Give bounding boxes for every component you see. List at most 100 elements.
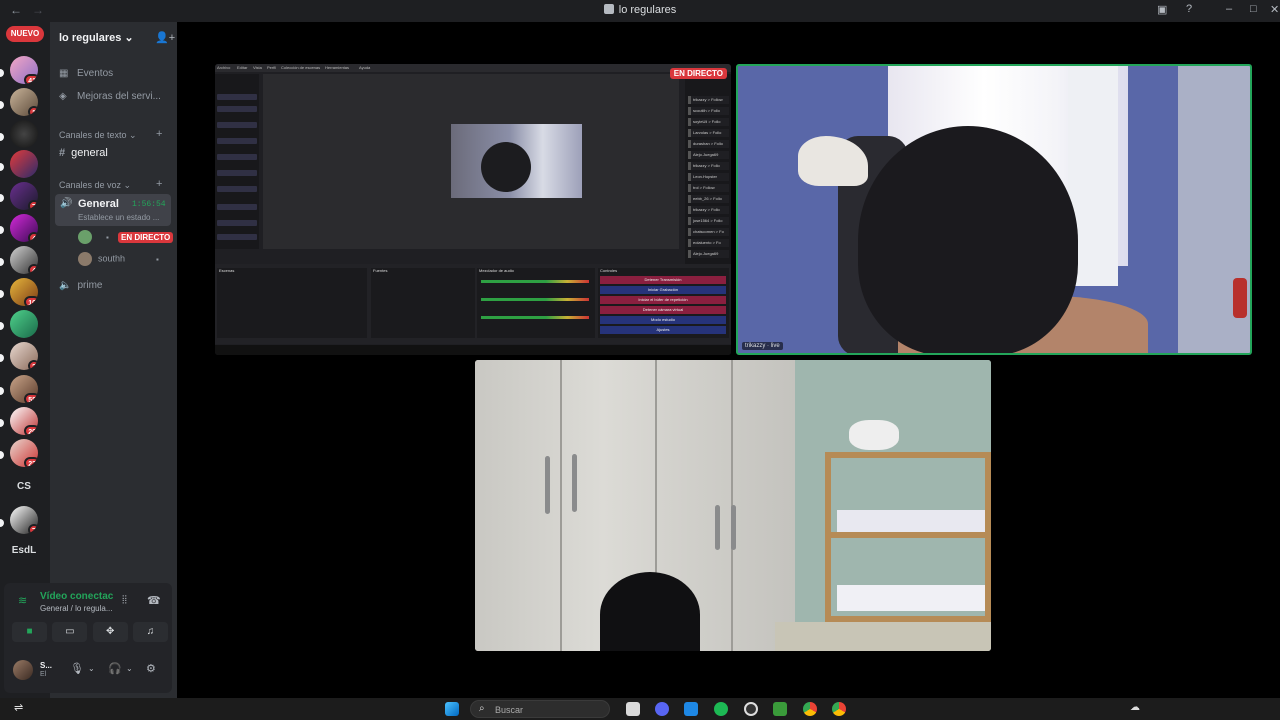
server-icon (603, 4, 614, 14)
server-icon-1[interactable]: 41 (10, 56, 38, 84)
avatar (78, 230, 92, 244)
server-icon-esdl[interactable]: EsdL (10, 537, 38, 565)
server-icon-4[interactable] (10, 150, 38, 178)
boost-icon: ◈ (59, 91, 67, 102)
camera-icon: ▪ (106, 233, 109, 242)
unread-pill (0, 419, 4, 427)
calendar-icon: ▦ (59, 68, 69, 79)
voice-channel-prime[interactable]: 🔈 prime (59, 280, 102, 291)
server-name[interactable]: lo regulares ⌄ (59, 31, 134, 44)
server-icon-14[interactable]: 7 (10, 506, 38, 534)
user-status: El (40, 671, 47, 678)
obs-taskbar (215, 345, 731, 355)
obs-icon[interactable] (744, 702, 758, 716)
unread-pill (0, 133, 4, 141)
chrome-icon[interactable] (803, 702, 817, 716)
minimize-icon[interactable]: – (1226, 3, 1232, 15)
signal-icon: ≋ (18, 595, 28, 607)
server-icon-5[interactable]: 7 (10, 182, 38, 210)
noise-suppression-icon[interactable]: ⦙⦙ (122, 594, 127, 607)
voice-member-1[interactable] (78, 230, 98, 244)
screen-share-button[interactable]: ▭ (52, 622, 88, 642)
unread-pill (0, 387, 4, 395)
obs-followers-dock: trikazzy > Follow scoutiih > Follo soyte… (685, 74, 731, 264)
connection-location[interactable]: General / lo regula... (40, 604, 112, 613)
help-icon[interactable]: ? (1186, 3, 1192, 15)
unread-pill (0, 163, 4, 171)
video-tile-camera-1[interactable]: trikazzy · live (736, 64, 1252, 355)
microphone-icon[interactable]: 🎙 (70, 662, 84, 675)
window-title: lo regulares (0, 4, 1280, 16)
camera-button[interactable]: ■ (12, 622, 47, 642)
unread-pill (0, 69, 4, 77)
voice-connection-panel: ≋ Vídeo conectac General / lo regula... … (4, 583, 172, 693)
server-icon-11[interactable]: 58 (10, 375, 38, 403)
channel-general[interactable]: # general (59, 147, 108, 159)
boosts-item[interactable]: ◈ Mejoras del servi... (59, 91, 161, 102)
unread-pill (0, 258, 4, 266)
server-icon-8[interactable]: 10 (10, 278, 38, 306)
taskbar-search[interactable]: ⌕ Buscar (470, 700, 610, 718)
os-taskbar: ⌕ Buscar ☁ ⇌ (0, 698, 1280, 720)
live-tag: EN DIRECTO (669, 68, 727, 79)
connection-status[interactable]: Vídeo conectac (40, 591, 113, 602)
speaker-icon: 🔈 (59, 280, 72, 291)
windows-start-icon[interactable] (445, 702, 459, 716)
stream-tile-obs[interactable]: Archivo Editar Vista Perfil Colección de… (215, 64, 731, 355)
voice-member-2[interactable]: southh (78, 252, 125, 266)
activities-button[interactable]: ✥ (92, 622, 128, 642)
avatar (78, 252, 92, 266)
server-icon-12[interactable]: 20 (10, 407, 38, 435)
add-voice-channel-icon[interactable]: + (156, 178, 162, 190)
server-icon-10[interactable]: 2 (10, 342, 38, 370)
obs-audio-mixer: Mezclador de audio (477, 268, 595, 338)
server-icon-3[interactable] (10, 120, 38, 148)
store-icon[interactable] (684, 702, 698, 716)
chevron-down-icon[interactable]: ⌄ (88, 664, 95, 673)
new-badge[interactable]: NUEVO (6, 26, 44, 42)
headphones-icon[interactable]: 🎧 (108, 662, 122, 675)
obs-controls-panel: Controles Detener Transmisión Iniciar Gr… (598, 268, 729, 338)
server-icon-13[interactable]: 23 (10, 439, 38, 467)
user-name: S... (40, 661, 53, 670)
widgets-icon[interactable]: ⇌ (14, 701, 23, 714)
onedrive-icon[interactable]: ☁ (1130, 702, 1140, 713)
server-icon-7[interactable]: 4 (10, 246, 38, 274)
maximize-icon[interactable]: □ (1250, 3, 1257, 15)
add-text-channel-icon[interactable]: + (156, 128, 162, 140)
obs-menubar: Archivo Editar Vista Perfil Colección de… (215, 64, 731, 72)
server-icon-6[interactable]: 4 (10, 214, 38, 242)
live-badge: EN DIRECTO (118, 232, 174, 243)
video-tile-camera-2[interactable] (475, 360, 991, 651)
minecraft-icon[interactable] (773, 702, 787, 716)
disconnect-icon[interactable]: ☎ (147, 594, 161, 607)
hash-icon: # (59, 147, 66, 159)
unread-pill (0, 451, 4, 459)
text-channels-category[interactable]: Canales de texto ⌄ (59, 130, 137, 141)
chevron-down-icon[interactable]: ⌄ (126, 664, 133, 673)
voice-channels-category[interactable]: Canales de voz ⌄ (59, 180, 131, 191)
avatar[interactable] (13, 660, 33, 680)
spotify-icon[interactable] (714, 702, 728, 716)
chrome-profile-icon[interactable] (832, 702, 846, 716)
obs-preview-canvas (263, 74, 679, 249)
file-explorer-icon[interactable] (626, 702, 640, 716)
voice-channel-general[interactable]: 🔊 General 1:56:54 Establece un estado ..… (55, 194, 171, 226)
unread-pill (0, 322, 4, 330)
unread-pill (0, 354, 4, 362)
title-bar: ← → lo regulares ▣ ? – □ ✕ (0, 0, 1280, 22)
close-icon[interactable]: ✕ (1270, 3, 1279, 16)
unread-pill (0, 226, 4, 234)
server-icon-2[interactable]: 1 (10, 88, 38, 116)
gear-icon[interactable]: ⚙ (146, 662, 156, 675)
invite-icon[interactable]: 👤+ (155, 31, 175, 44)
server-icon-cs[interactable]: CS (10, 473, 38, 501)
events-item[interactable]: ▦ Eventos (59, 68, 113, 79)
inbox-icon[interactable]: ▣ (1157, 3, 1167, 16)
obs-sources-panel: Fuentes (371, 268, 475, 338)
obs-chat-dock (215, 74, 259, 249)
server-icon-9[interactable] (10, 310, 38, 338)
unread-pill (0, 290, 4, 298)
discord-icon[interactable] (655, 702, 669, 716)
soundboard-button[interactable]: ♫ (132, 622, 168, 642)
